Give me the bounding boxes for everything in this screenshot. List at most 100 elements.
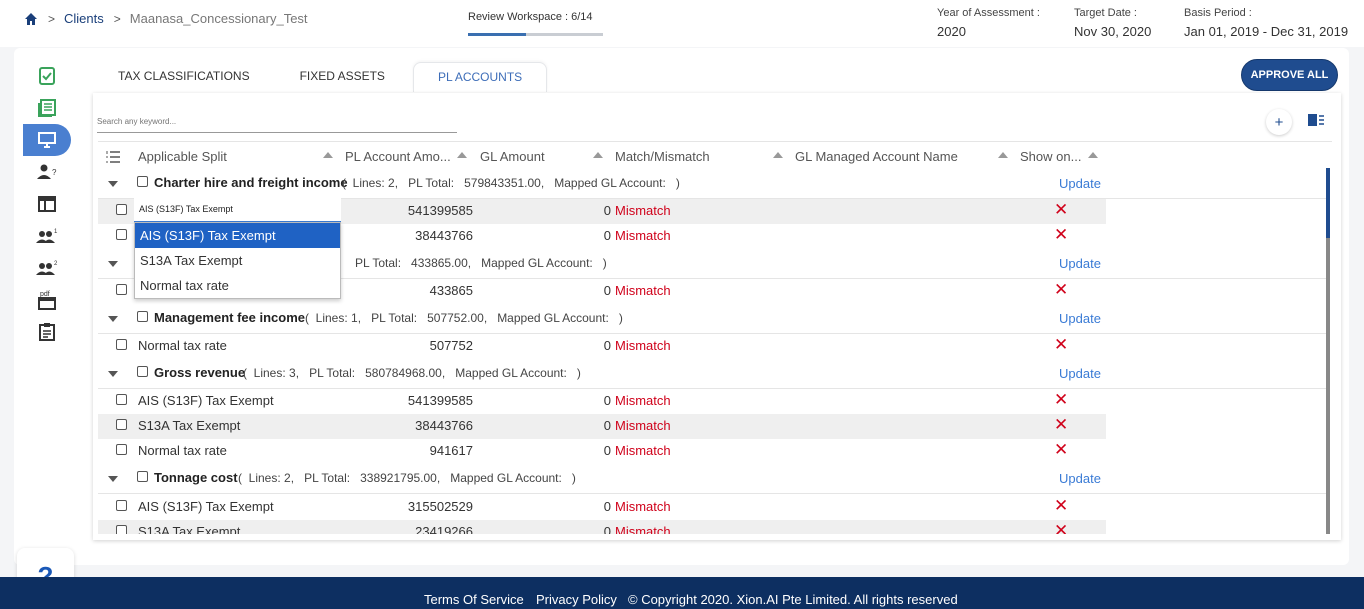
sort-icon[interactable] bbox=[1088, 152, 1098, 158]
review-workspace-label: Review Workspace : 6/14 bbox=[468, 11, 593, 23]
pl-amount: 315502529 bbox=[407, 499, 473, 514]
group-pl-total: 579843351.00, bbox=[464, 176, 545, 190]
pl-amount: 23419266 bbox=[415, 524, 473, 534]
sidebar-item-monitor[interactable] bbox=[23, 124, 71, 156]
split-option[interactable]: S13A Tax Exempt bbox=[135, 248, 340, 273]
sort-icon[interactable] bbox=[773, 152, 783, 158]
group-checkbox[interactable] bbox=[137, 471, 148, 482]
group-pl-total: 580784968.00, bbox=[365, 366, 446, 380]
split-option[interactable]: AIS (S13F) Tax Exempt bbox=[135, 223, 340, 248]
svg-text:pdf: pdf bbox=[40, 291, 50, 298]
pl-amount: 541399585 bbox=[407, 393, 473, 408]
collapse-caret-icon[interactable] bbox=[108, 316, 118, 322]
close-icon[interactable]: ✕ bbox=[1054, 335, 1068, 355]
table-row: S13A Tax Exempt 23419266 0 Mismatch ✕ bbox=[98, 520, 1106, 534]
mismatch-status: Mismatch bbox=[615, 443, 671, 458]
search-input[interactable] bbox=[97, 111, 457, 133]
group-meta: ( Lines: 2, PL Total: 338921795.00, Mapp… bbox=[238, 471, 576, 485]
chevron-right-icon: > bbox=[48, 11, 56, 26]
close-icon[interactable]: ✕ bbox=[1054, 415, 1068, 435]
sidebar-item-report[interactable] bbox=[23, 316, 71, 348]
gl-amount: 0 bbox=[603, 524, 611, 534]
col-match-mismatch[interactable]: Match/Mismatch bbox=[615, 149, 710, 164]
list-numbered-icon[interactable] bbox=[106, 150, 120, 164]
group-checkbox[interactable] bbox=[137, 366, 148, 377]
sidebar-item-group-1[interactable]: 1 bbox=[23, 220, 71, 252]
row-checkbox[interactable] bbox=[116, 419, 127, 430]
sidebar-item-group-2[interactable]: 2 bbox=[23, 252, 71, 284]
target-date: Target Date : Nov 30, 2020 bbox=[1074, 7, 1151, 39]
sort-icon[interactable] bbox=[998, 152, 1008, 158]
row-checkbox[interactable] bbox=[116, 525, 127, 534]
close-icon[interactable]: ✕ bbox=[1054, 521, 1068, 534]
scrollbar-thumb[interactable] bbox=[1326, 168, 1330, 238]
applicable-split[interactable]: AIS (S13F) Tax Exempt bbox=[138, 499, 274, 514]
meta-value: Jan 01, 2019 - Dec 31, 2019 bbox=[1184, 24, 1349, 39]
close-icon[interactable]: ✕ bbox=[1054, 225, 1068, 245]
split-option[interactable]: Normal tax rate bbox=[135, 273, 340, 298]
col-gl-managed-account-name[interactable]: GL Managed Account Name bbox=[795, 149, 958, 164]
row-checkbox[interactable] bbox=[116, 229, 127, 240]
applicable-split[interactable]: Normal tax rate bbox=[138, 443, 227, 458]
group-pl-total: 433865.00, bbox=[411, 256, 472, 270]
close-icon[interactable]: ✕ bbox=[1054, 200, 1068, 220]
sort-icon[interactable] bbox=[323, 152, 333, 158]
col-gl-amount[interactable]: GL Amount bbox=[480, 149, 545, 164]
gl-amount: 0 bbox=[603, 499, 611, 514]
applicable-split[interactable]: S13A Tax Exempt bbox=[138, 418, 240, 433]
col-applicable-split[interactable]: Applicable Split bbox=[138, 149, 227, 164]
home-icon[interactable] bbox=[24, 12, 38, 26]
group-meta-close: ) bbox=[571, 471, 576, 485]
top-bar: > Clients > Maanasa_Concessionary_Test R… bbox=[0, 0, 1364, 47]
applicable-split[interactable]: S13A Tax Exempt bbox=[138, 524, 240, 534]
collapse-caret-icon[interactable] bbox=[108, 181, 118, 187]
sidebar-item-user-query[interactable]: ? bbox=[23, 156, 71, 188]
sort-icon[interactable] bbox=[457, 152, 467, 158]
applicable-split[interactable]: Normal tax rate bbox=[138, 338, 227, 353]
sort-icon[interactable] bbox=[593, 152, 603, 158]
group-pl-total: 338921795.00, bbox=[360, 471, 441, 485]
sidebar-item-layout[interactable] bbox=[23, 188, 71, 220]
row-checkbox[interactable] bbox=[116, 284, 127, 295]
close-icon[interactable]: ✕ bbox=[1054, 280, 1068, 300]
group-checkbox[interactable] bbox=[137, 176, 148, 187]
close-icon[interactable]: ✕ bbox=[1054, 390, 1068, 410]
update-link[interactable]: Update bbox=[1059, 256, 1101, 271]
row-checkbox[interactable] bbox=[116, 394, 127, 405]
close-icon[interactable]: ✕ bbox=[1054, 440, 1068, 460]
year-of-assessment: Year of Assessment : 2020 bbox=[937, 7, 1040, 39]
applicable-split[interactable]: AIS (S13F) Tax Exempt bbox=[138, 393, 274, 408]
update-link[interactable]: Update bbox=[1059, 176, 1101, 191]
row-checkbox[interactable] bbox=[116, 204, 127, 215]
sidebar-item-checklist[interactable] bbox=[23, 60, 71, 92]
col-pl-account-amount[interactable]: PL Account Amo... bbox=[345, 149, 451, 164]
column-settings-button[interactable] bbox=[1303, 107, 1329, 133]
tab-fixed-assets[interactable]: FIXED ASSETS bbox=[278, 62, 407, 92]
grid-header: Applicable Split PL Account Amo... GL Am… bbox=[98, 141, 1332, 171]
col-show-on[interactable]: Show on... bbox=[1020, 149, 1081, 164]
collapse-caret-icon[interactable] bbox=[108, 371, 118, 377]
update-link[interactable]: Update bbox=[1059, 471, 1101, 486]
privacy-policy-link[interactable]: Privacy Policy bbox=[536, 592, 617, 607]
row-checkbox[interactable] bbox=[116, 339, 127, 350]
update-link[interactable]: Update bbox=[1059, 366, 1101, 381]
row-checkbox[interactable] bbox=[116, 500, 127, 511]
add-button[interactable]: + bbox=[1266, 109, 1292, 135]
tab-tax-classifications[interactable]: TAX CLASSIFICATIONS bbox=[96, 62, 272, 92]
collapse-caret-icon[interactable] bbox=[108, 476, 118, 482]
update-link[interactable]: Update bbox=[1059, 311, 1101, 326]
approve-all-button[interactable]: APPROVE ALL bbox=[1241, 59, 1338, 91]
sidebar-item-ledger[interactable] bbox=[23, 92, 71, 124]
tab-pl-accounts[interactable]: PL ACCOUNTS bbox=[412, 62, 548, 92]
group-two-icon: 2 bbox=[36, 261, 58, 275]
group-checkbox[interactable] bbox=[137, 311, 148, 322]
column-filter-icon bbox=[1308, 114, 1324, 126]
collapse-caret-icon[interactable] bbox=[108, 261, 118, 267]
sidebar-item-pdf[interactable]: pdf bbox=[23, 284, 71, 316]
applicable-split-select[interactable]: AIS (S13F) Tax Exempt bbox=[134, 198, 341, 222]
close-icon[interactable]: ✕ bbox=[1054, 496, 1068, 516]
row-checkbox[interactable] bbox=[116, 444, 127, 455]
group-lines: Lines: 2, bbox=[248, 471, 295, 485]
breadcrumb-clients[interactable]: Clients bbox=[64, 11, 104, 26]
terms-of-service-link[interactable]: Terms Of Service bbox=[424, 592, 524, 607]
